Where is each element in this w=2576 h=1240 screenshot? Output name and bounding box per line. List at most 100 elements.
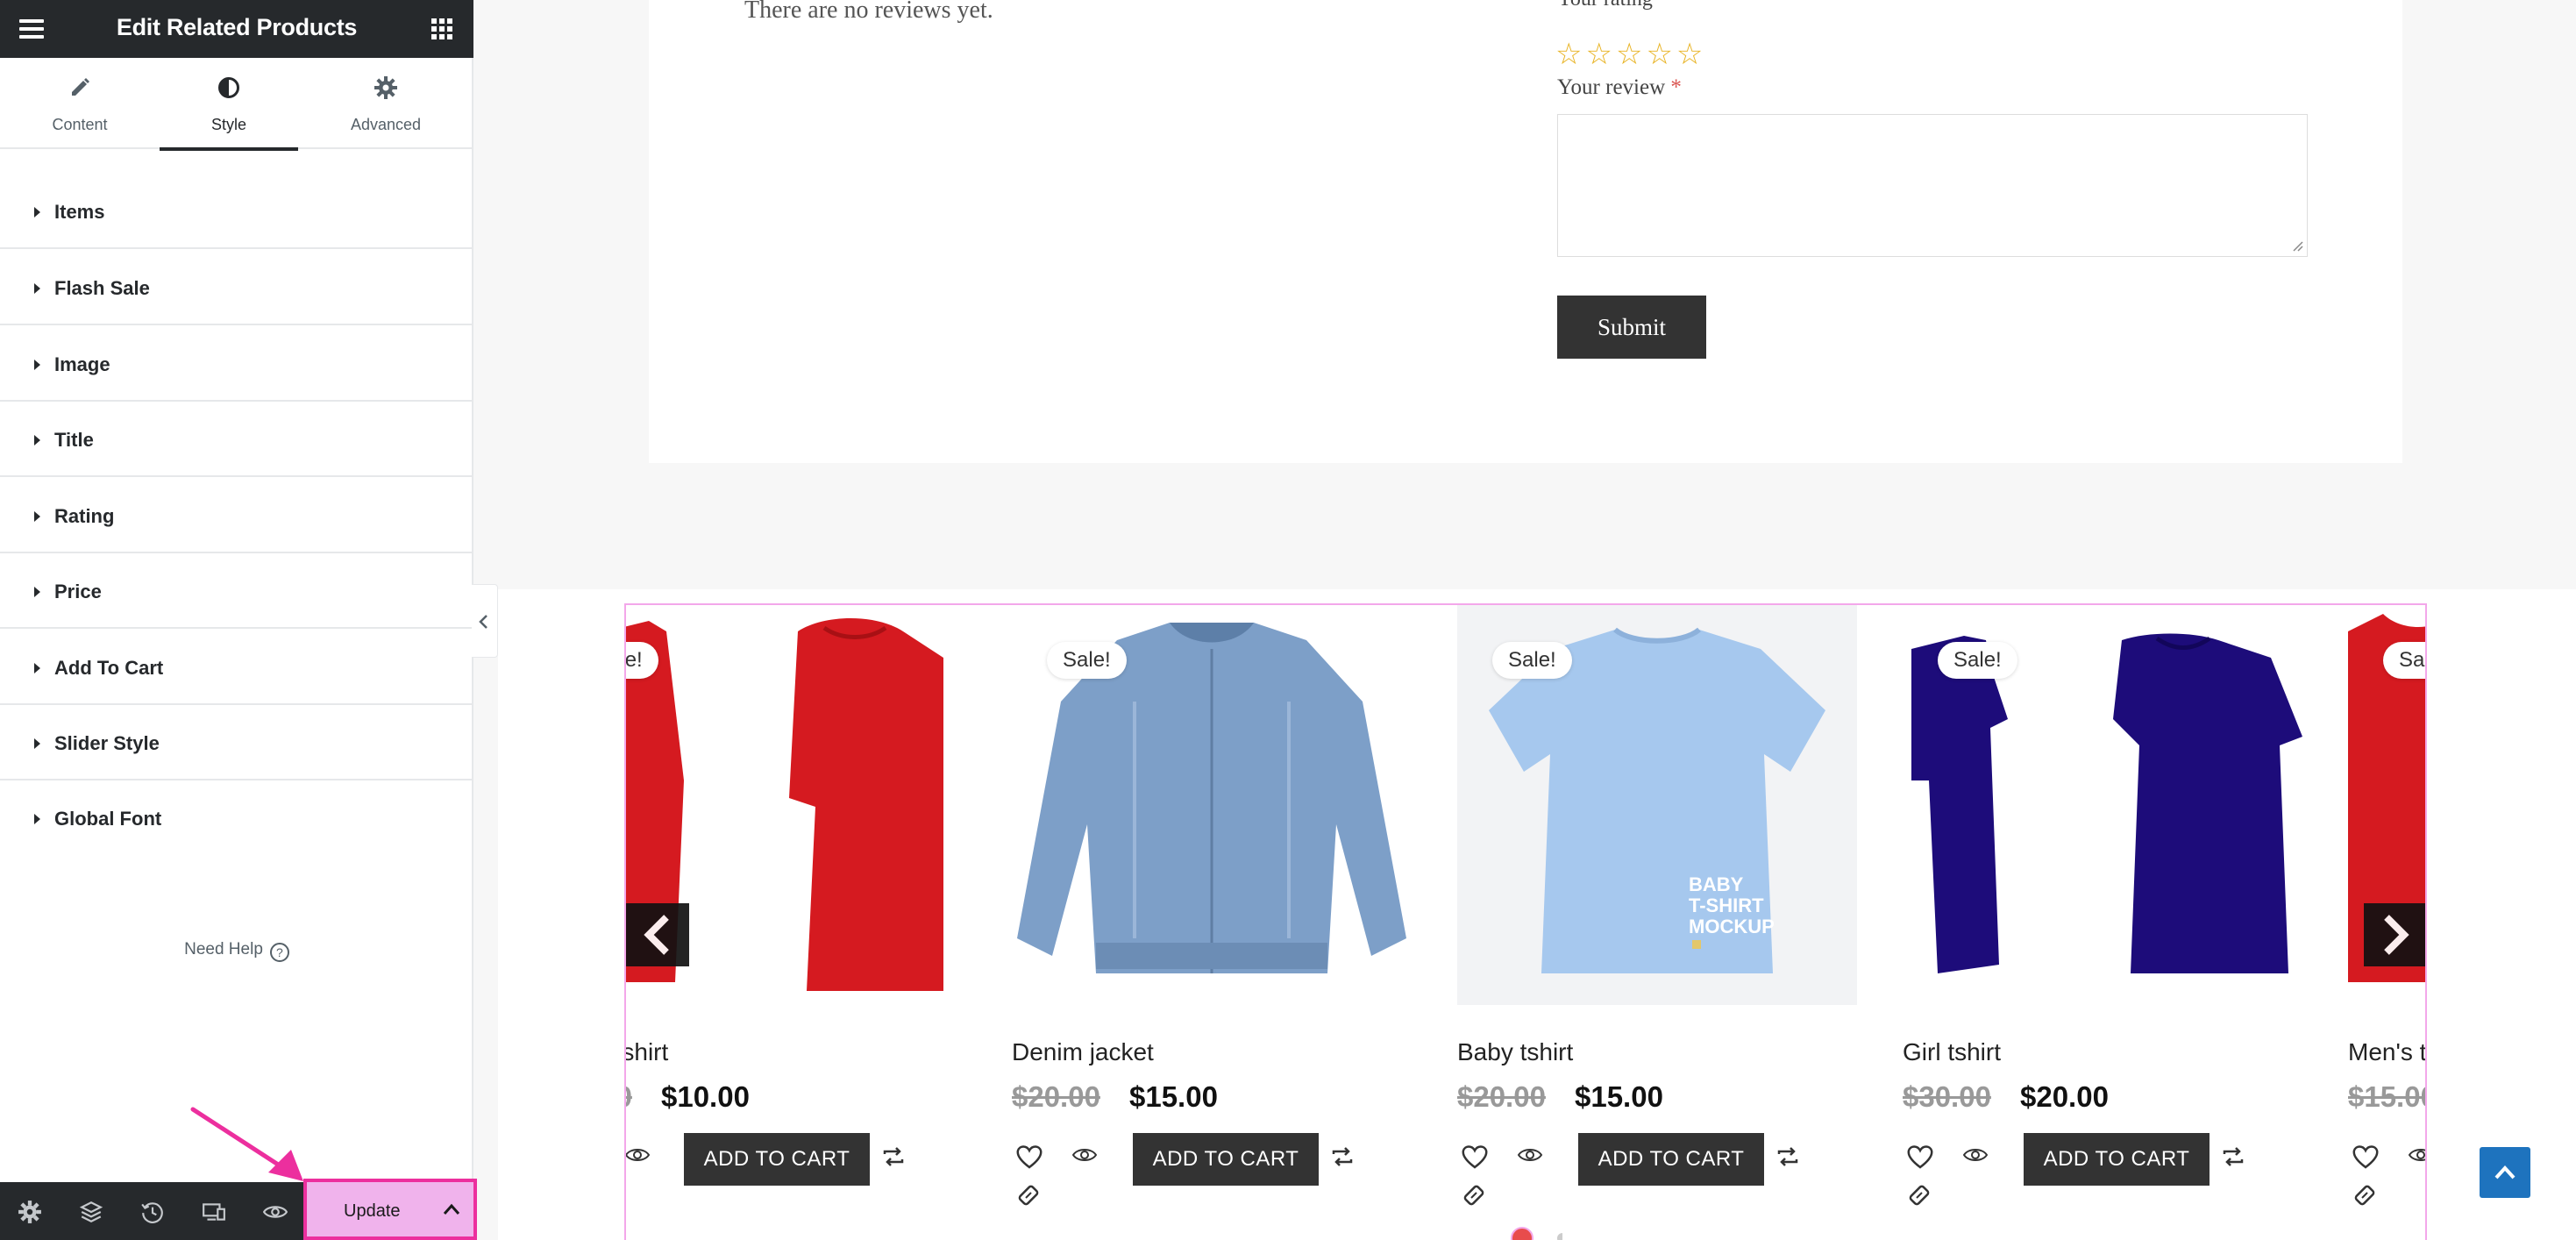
section-label: Image: [54, 353, 110, 375]
gear-icon: [298, 75, 473, 100]
chevron-up-icon: [2494, 1165, 2516, 1179]
add-to-cart-button[interactable]: ADD TO CART: [1578, 1133, 1764, 1186]
section-global-font[interactable]: Global Font: [0, 780, 473, 856]
preview-eye-icon[interactable]: [262, 1200, 288, 1224]
section-label: Items: [54, 201, 105, 223]
section-slider-style[interactable]: Slider Style: [0, 705, 473, 780]
coupon-tag-icon[interactable]: [2352, 1182, 2378, 1208]
section-flash-sale[interactable]: Flash Sale: [0, 250, 473, 325]
submit-button[interactable]: Submit: [1557, 296, 1706, 359]
sale-price: $15.00: [1129, 1080, 1218, 1113]
product-title[interactable]: Baby tshirt: [1457, 1038, 1573, 1066]
layers-icon[interactable]: [79, 1200, 103, 1224]
slider-prev-button[interactable]: [626, 903, 689, 966]
quick-view-eye-icon[interactable]: [1517, 1145, 1543, 1165]
quick-view-eye-icon[interactable]: [1071, 1145, 1098, 1165]
your-review-label: Your review *: [1557, 75, 1682, 100]
collapse-panel-button[interactable]: [472, 584, 498, 658]
coupon-tag-icon[interactable]: [1461, 1182, 1487, 1208]
section-items[interactable]: Items: [0, 174, 473, 249]
section-rating[interactable]: Rating: [0, 478, 473, 553]
coupon-tag-icon[interactable]: [1015, 1182, 1042, 1208]
sale-price: $10.00: [661, 1080, 750, 1113]
old-price: $20.00: [1012, 1080, 1100, 1113]
section-price[interactable]: Price: [0, 553, 473, 629]
add-to-cart-button[interactable]: ADD TO CART: [684, 1133, 870, 1186]
sale-price: $15.00: [1575, 1080, 1663, 1113]
sale-badge: Sale!: [1492, 642, 1572, 679]
widgets-grid-icon[interactable]: [431, 18, 452, 39]
section-label: Rating: [54, 505, 115, 527]
chevron-up-icon[interactable]: [442, 1201, 461, 1217]
panel-tabs: Content Style Advanced: [0, 58, 473, 151]
resize-grip-icon[interactable]: [2290, 239, 2304, 253]
sale-badge: Sale!: [626, 642, 658, 679]
wishlist-heart-icon[interactable]: [1906, 1144, 1934, 1170]
section-title[interactable]: Title: [0, 402, 473, 477]
review-textarea[interactable]: [1557, 114, 2308, 257]
svg-text:T-SHIRT: T-SHIRT: [1689, 894, 1764, 916]
caret-right-icon: [34, 738, 40, 749]
tab-content-label: Content: [52, 116, 108, 133]
slider-pagination-dots[interactable]: [1510, 1226, 1562, 1240]
caret-right-icon: [34, 283, 40, 294]
slider-next-button[interactable]: [2364, 903, 2425, 966]
settings-icon[interactable]: [18, 1200, 42, 1224]
scroll-to-top-button[interactable]: [2480, 1147, 2530, 1198]
add-to-cart-button[interactable]: ADD TO CART: [1133, 1133, 1319, 1186]
sale-price: $20.00: [2020, 1080, 2109, 1113]
annotation-arrow-icon: [190, 1107, 303, 1181]
caret-right-icon: [34, 207, 40, 217]
required-mark: *: [1658, 0, 1669, 11]
tab-advanced-label: Advanced: [350, 116, 422, 133]
section-label: Global Font: [54, 808, 162, 830]
section-label: Title: [54, 429, 94, 451]
product-card: Sale! Denim jacket $20.00 $15.00 ADD TO …: [1012, 605, 1412, 1240]
caret-right-icon: [34, 663, 40, 673]
section-label: Flash Sale: [54, 277, 150, 299]
compare-icon[interactable]: [1775, 1144, 1801, 1170]
caret-right-icon: [34, 814, 40, 824]
quick-view-eye-icon[interactable]: [1962, 1145, 1989, 1165]
product-title[interactable]: Men's tshirt: [2348, 1038, 2425, 1066]
update-button[interactable]: Update: [303, 1179, 477, 1240]
chevron-right-icon: [2384, 915, 2409, 955]
tab-style[interactable]: Style: [160, 58, 298, 151]
required-mark: *: [1670, 75, 1682, 99]
responsive-icon[interactable]: [202, 1200, 226, 1224]
coupon-tag-icon[interactable]: [1906, 1182, 1932, 1208]
compare-icon[interactable]: [880, 1144, 907, 1170]
help-circle-icon: ?: [269, 943, 289, 962]
product-title[interactable]: Men's tshirt: [626, 1038, 668, 1066]
caret-right-icon: [34, 511, 40, 522]
section-label: Slider Style: [54, 732, 160, 754]
svg-text:MOCKUP: MOCKUP: [1689, 916, 1775, 937]
chevron-left-icon: [479, 615, 487, 629]
compare-icon[interactable]: [2220, 1144, 2246, 1170]
quick-view-eye-icon[interactable]: [2408, 1145, 2427, 1165]
sale-badge: Sale!: [1047, 642, 1127, 679]
app-window: Edit Related Products Content Style Adva…: [0, 0, 2576, 1240]
caret-right-icon: [34, 435, 40, 445]
need-help-link[interactable]: Need Help?: [0, 940, 473, 962]
product-title[interactable]: Girl tshirt: [1903, 1038, 2001, 1066]
product-card: BABY T-SHIRT MOCKUP Sale! Baby tshirt $2…: [1457, 605, 1857, 1240]
products-slider: Sale! Men's tshirt $15.00 $10.00 ADD TO …: [624, 603, 2427, 1240]
section-add-to-cart[interactable]: Add To Cart: [0, 630, 473, 705]
caret-right-icon: [34, 360, 40, 370]
wishlist-heart-icon[interactable]: [2352, 1144, 2380, 1170]
rating-stars[interactable]: ☆☆☆☆☆: [1555, 37, 1706, 72]
product-title[interactable]: Denim jacket: [1012, 1038, 1154, 1066]
tab-advanced[interactable]: Advanced: [298, 58, 473, 149]
history-icon[interactable]: [140, 1200, 165, 1224]
editor-panel: Edit Related Products Content Style Adva…: [0, 0, 498, 1240]
quick-view-eye-icon[interactable]: [624, 1145, 651, 1165]
section-image[interactable]: Image: [0, 326, 473, 402]
compare-icon[interactable]: [1329, 1144, 1356, 1170]
chevron-left-icon: [644, 915, 669, 955]
wishlist-heart-icon[interactable]: [1015, 1144, 1043, 1170]
old-price: $15.00: [2348, 1080, 2425, 1113]
add-to-cart-button[interactable]: ADD TO CART: [2024, 1133, 2210, 1186]
wishlist-heart-icon[interactable]: [1461, 1144, 1489, 1170]
tab-content[interactable]: Content: [0, 58, 160, 149]
